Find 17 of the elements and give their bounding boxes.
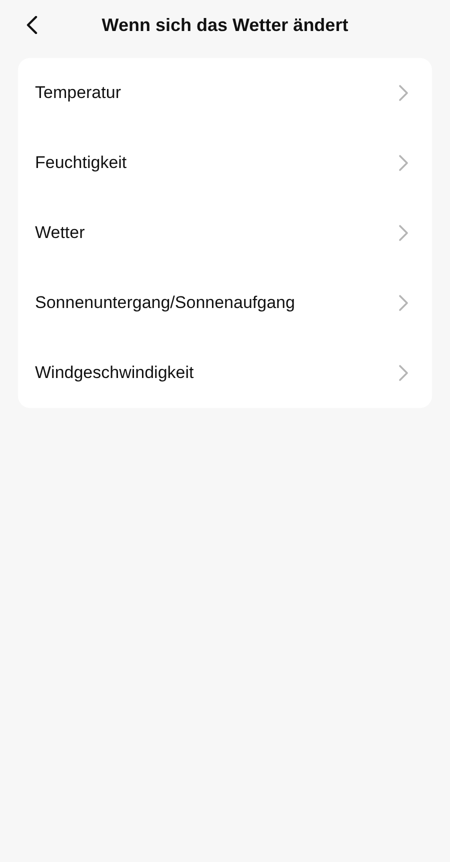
option-label: Wetter [35,222,85,244]
option-row[interactable]: Temperatur [18,58,432,128]
chevron-right-icon [399,225,408,241]
option-row[interactable]: Sonnenuntergang/Sonnenaufgang [18,268,432,338]
chevron-right-icon [399,85,408,101]
option-label: Temperatur [35,82,121,104]
chevron-right-icon [399,295,408,311]
option-row[interactable]: Windgeschwindigkeit [18,338,432,408]
chevron-right-icon [399,365,408,381]
option-label: Feuchtigkeit [35,152,127,174]
option-row[interactable]: Wetter [18,198,432,268]
chevron-right-icon [399,155,408,171]
option-label: Sonnenuntergang/Sonnenaufgang [35,292,295,314]
back-icon [26,16,38,34]
page-title: Wenn sich das Wetter ändert [102,14,348,36]
option-row[interactable]: Feuchtigkeit [18,128,432,198]
option-label: Windgeschwindigkeit [35,362,194,384]
